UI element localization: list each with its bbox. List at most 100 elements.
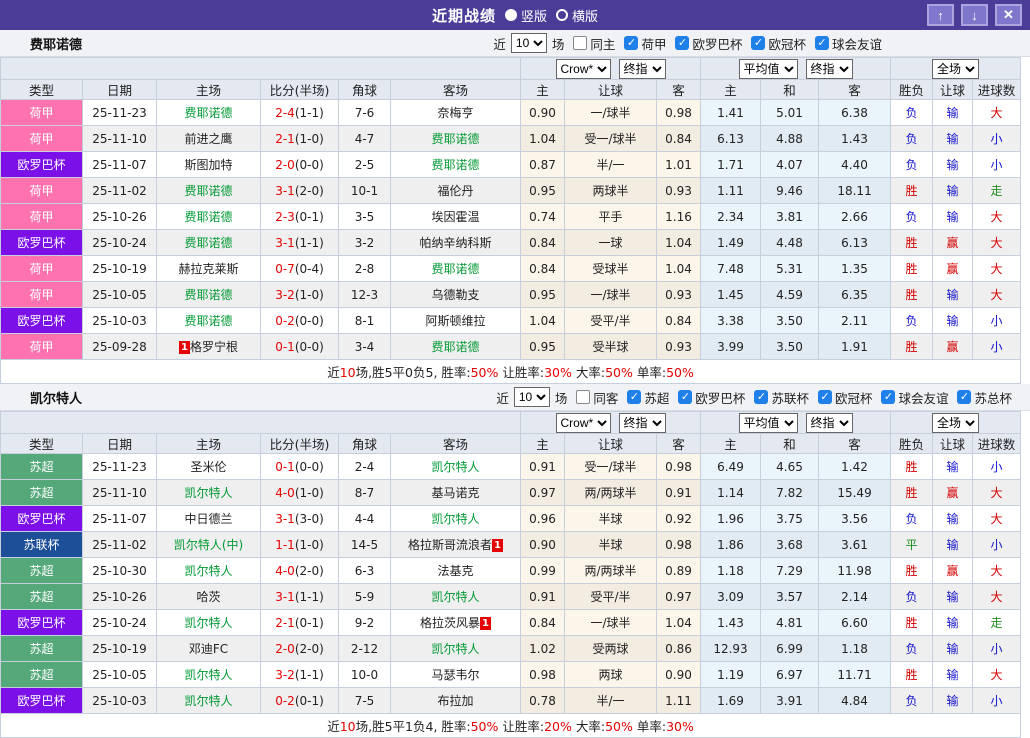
avg-away-odds: 6.13 [819, 230, 891, 256]
same-venue-label[interactable]: 同客 [593, 388, 618, 407]
away-odds: 0.97 [657, 584, 701, 610]
odds-stage-select[interactable]: 终指 [619, 59, 666, 79]
win-lose-result: 胜 [891, 282, 933, 308]
handicap-line: 一/球半 [565, 100, 657, 126]
league-checkbox[interactable]: ✓ [957, 390, 971, 404]
away-team: 阿斯顿维拉 [391, 308, 521, 334]
league-filter-label[interactable]: 苏超 [644, 388, 669, 407]
league-checkbox[interactable]: ✓ [678, 390, 692, 404]
match-count-select[interactable]: 10 [511, 33, 547, 53]
column-header: 让球 [933, 434, 973, 454]
goals-result: 小 [973, 126, 1021, 152]
league-filter-label[interactable]: 欧冠杯 [768, 34, 806, 53]
away-team-name: 埃因霍温 [431, 210, 479, 224]
league-badge: 荷甲 [1, 204, 83, 230]
same-venue-label[interactable]: 同主 [590, 34, 615, 53]
column-header: 主 [701, 80, 761, 100]
avg-odds-select[interactable]: 平均值 [739, 413, 798, 433]
league-filter-label[interactable]: 苏总杯 [974, 388, 1012, 407]
avg-stage-select[interactable]: 终指 [806, 59, 853, 79]
league-badge: 苏超 [1, 636, 83, 662]
away-odds: 0.89 [657, 558, 701, 584]
away-team: 格拉斯哥流浪者1 [391, 532, 521, 558]
page-title: 近期战绩 [432, 5, 496, 26]
score-cell: 4-0(2-0) [261, 558, 339, 584]
league-badge: 欧罗巴杯 [1, 230, 83, 256]
league-filter-label[interactable]: 欧冠杯 [835, 388, 873, 407]
home-odds: 0.78 [521, 688, 565, 714]
team-section: 费耶诺德近10场同主✓荷甲✓欧罗巴杯✓欧冠杯✓球会友谊Crow*终指平均值终指全… [0, 30, 1030, 384]
league-checkbox[interactable]: ✓ [751, 36, 765, 50]
league-checkbox[interactable]: ✓ [818, 390, 832, 404]
league-checkbox[interactable]: ✓ [624, 36, 638, 50]
same-venue-checkbox[interactable] [573, 36, 587, 50]
league-checkbox[interactable]: ✓ [881, 390, 895, 404]
win-lose-result: 平 [891, 532, 933, 558]
scope-select[interactable]: 全场 [932, 413, 979, 433]
match-count-select[interactable]: 10 [514, 387, 550, 407]
avg-odds-select[interactable]: 平均值 [739, 59, 798, 79]
column-header: 让球 [565, 434, 657, 454]
avg-draw-odds: 3.68 [761, 532, 819, 558]
score-cell: 3-2(1-0) [261, 282, 339, 308]
away-team-name: 凯尔特人 [431, 590, 479, 604]
close-button[interactable]: ✕ [995, 4, 1022, 26]
handicap-result: 输 [933, 178, 973, 204]
league-checkbox[interactable]: ✓ [627, 390, 641, 404]
win-lose-result: 负 [891, 506, 933, 532]
win-lose-result: 胜 [891, 480, 933, 506]
selects-spacer [1, 412, 521, 434]
match-date: 25-10-30 [83, 558, 157, 584]
avg-home-odds: 1.43 [701, 610, 761, 636]
league-badge: 苏超 [1, 584, 83, 610]
match-row: 荷甲25-10-05费耶诺德3-2(1-0)12-3乌德勒支0.95一/球半0.… [1, 282, 1021, 308]
titlebar: 近期战绩 竖版 横版 ↑ ↓ ✕ [0, 0, 1030, 30]
match-date: 25-10-03 [83, 688, 157, 714]
halftime-score: (2-0) [295, 642, 324, 656]
away-odds: 1.04 [657, 230, 701, 256]
league-checkbox[interactable]: ✓ [815, 36, 829, 50]
league-filter-label[interactable]: 荷甲 [641, 34, 666, 53]
handicap-result: 赢 [933, 334, 973, 360]
handicap-result: 输 [933, 204, 973, 230]
league-filter-label[interactable]: 欧罗巴杯 [695, 388, 745, 407]
move-down-button[interactable]: ↓ [961, 4, 988, 26]
avg-draw-odds: 4.65 [761, 454, 819, 480]
radio-label: 横版 [572, 6, 598, 25]
summary-part: 50% [605, 365, 633, 380]
league-filter-label[interactable]: 球会友谊 [898, 388, 948, 407]
handicap-line: 平手 [565, 204, 657, 230]
avg-stage-select[interactable]: 终指 [806, 413, 853, 433]
league-checkbox[interactable]: ✓ [754, 390, 768, 404]
scope-select[interactable]: 全场 [932, 59, 979, 79]
league-filter-label[interactable]: 欧罗巴杯 [692, 34, 742, 53]
away-odds: 0.86 [657, 636, 701, 662]
goals-result: 小 [973, 532, 1021, 558]
same-venue-checkbox[interactable] [576, 390, 590, 404]
move-up-button[interactable]: ↑ [927, 4, 954, 26]
win-lose-result: 负 [891, 100, 933, 126]
avg-away-odds: 4.40 [819, 152, 891, 178]
layout-radio-vertical[interactable]: 竖版 [505, 6, 547, 25]
column-header: 类型 [1, 80, 83, 100]
odds-stage-select[interactable]: 终指 [619, 413, 666, 433]
handicap-line: 两/两球半 [565, 480, 657, 506]
league-checkbox[interactable]: ✓ [675, 36, 689, 50]
league-filter-label[interactable]: 苏联杯 [771, 388, 809, 407]
odds-source-select[interactable]: Crow* [556, 413, 611, 433]
home-odds: 0.96 [521, 506, 565, 532]
away-team-name: 凯尔特人 [431, 512, 479, 526]
win-lose-result: 负 [891, 204, 933, 230]
odds-source-select[interactable]: Crow* [556, 59, 611, 79]
layout-radio-horizontal[interactable]: 横版 [556, 6, 598, 25]
away-odds: 0.93 [657, 334, 701, 360]
summary-part: 50% [471, 365, 499, 380]
summary-part: 30% [666, 719, 694, 734]
fulltime-score: 2-0 [275, 158, 295, 172]
away-odds: 0.84 [657, 308, 701, 334]
league-filter-label[interactable]: 球会友谊 [832, 34, 882, 53]
home-odds: 0.98 [521, 662, 565, 688]
goals-result: 小 [973, 308, 1021, 334]
halftime-score: (1-0) [295, 132, 324, 146]
home-team: 费耶诺德 [157, 282, 261, 308]
